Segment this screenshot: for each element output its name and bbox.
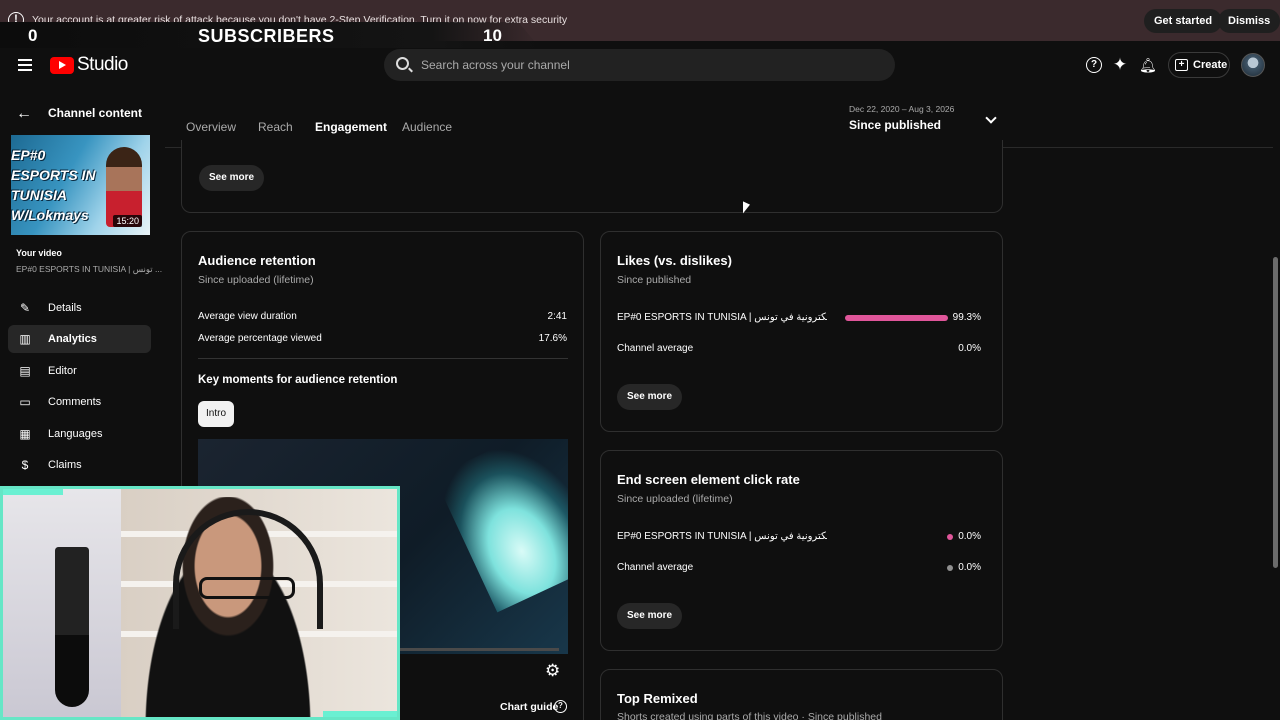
previous-card: See more	[181, 140, 1003, 213]
help-icon[interactable]: ?	[1086, 57, 1102, 73]
card-subtitle: Shorts created using parts of this video…	[617, 711, 882, 720]
end-screen-channel-average-label: Channel average	[617, 562, 694, 573]
likes-channel-average-label: Channel average	[617, 343, 694, 354]
sidebar-item-label: Details	[48, 302, 82, 314]
analytics-icon: ▥	[19, 332, 31, 346]
back-arrow-icon[interactable]: ←	[16, 105, 32, 123]
intro-chip[interactable]: Intro	[198, 401, 235, 427]
studio-logo[interactable]: Studio	[50, 54, 128, 76]
channel-content-title: Channel content	[48, 106, 143, 120]
claims-icon: $	[21, 458, 29, 472]
search-icon	[396, 57, 409, 70]
card-title: Likes (vs. dislikes)	[617, 253, 732, 268]
end-screen-video-value: 0.0%	[958, 531, 981, 542]
studio-brand-text: Studio	[77, 54, 128, 75]
likes-channel-average-value: 0.0%	[958, 343, 981, 354]
editor-icon: ▤	[19, 364, 31, 378]
sidebar-item-label: Editor	[48, 365, 77, 377]
page-scrollbar[interactable]	[1273, 257, 1278, 568]
your-video-label: Your video	[16, 248, 62, 258]
chevron-down-icon[interactable]	[985, 112, 997, 124]
legend-dot	[947, 565, 953, 571]
notifications-bell-icon[interactable]: 🔔︎	[1139, 57, 1157, 73]
top-app-bar: Studio ? ✦ 🔔︎ + Create	[0, 41, 1280, 89]
sidebar-item-claims[interactable]: $ Claims	[8, 451, 151, 479]
mouse-cursor-icon	[743, 201, 750, 217]
card-title: Audience retention	[198, 253, 316, 268]
video-thumbnail[interactable]: EP#0 ESPORTS IN TUNISIA W/Lokmays 15:20	[11, 135, 150, 235]
end-screen-click-rate-card: End screen element click rate Since uplo…	[600, 450, 1003, 651]
sidebar-item-details[interactable]: ✎ Details	[8, 294, 151, 322]
video-title: EP#0 ESPORTS IN TUNISIA | تونس ...	[16, 264, 163, 274]
avg-percentage-viewed-label: Average percentage viewed	[198, 333, 322, 344]
likes-card: Likes (vs. dislikes) Since published EP#…	[600, 231, 1003, 432]
search-input[interactable]	[421, 49, 861, 81]
search-bar[interactable]	[384, 49, 895, 81]
streamer-webcam-overlay	[0, 486, 400, 720]
languages-icon: ▦	[19, 427, 31, 441]
sidebar-item-label: Languages	[48, 428, 103, 440]
tab-overview[interactable]: Overview	[186, 120, 236, 134]
thumbnail-text: EP#0 ESPORTS IN TUNISIA W/Lokmays	[11, 147, 96, 223]
settings-gear-icon[interactable]: ⚙	[545, 661, 560, 681]
see-more-button[interactable]: See more	[617, 603, 683, 629]
key-moments-title: Key moments for audience retention	[198, 374, 398, 386]
sidebar-item-languages[interactable]: ▦ Languages	[8, 420, 151, 448]
end-screen-video-label: EP#0 ESPORTS IN TUNISIA | رياضة الالكترو…	[617, 531, 827, 542]
account-avatar[interactable]	[1241, 53, 1265, 77]
card-subtitle: Since published	[617, 274, 692, 286]
legend-dot	[947, 534, 953, 540]
video-progress-bar[interactable]	[400, 648, 559, 651]
sidebar-item-label: Comments	[48, 396, 102, 408]
sparkle-icon[interactable]: ✦	[1112, 56, 1128, 73]
end-screen-channel-average-value: 0.0%	[958, 562, 981, 573]
see-more-button[interactable]: See more	[199, 165, 265, 191]
sidebar-item-comments[interactable]: ▭ Comments	[8, 388, 151, 416]
menu-icon[interactable]	[18, 59, 32, 74]
youtube-logo-icon	[50, 56, 74, 74]
sidebar-item-editor[interactable]: ▤ Editor	[8, 357, 151, 385]
create-label: Create	[1193, 59, 1228, 71]
dismiss-button[interactable]: Dismiss	[1218, 9, 1280, 33]
see-more-button[interactable]: See more	[617, 384, 683, 410]
webcam-guitar	[55, 547, 89, 707]
create-plus-icon: +	[1175, 59, 1188, 71]
help-circle-icon[interactable]: ?	[554, 700, 567, 713]
card-title: Top Remixed	[617, 691, 698, 706]
sidebar-item-label: Claims	[48, 459, 82, 471]
date-range-label: Since published	[849, 118, 942, 132]
tab-engagement[interactable]: Engagement	[315, 120, 387, 134]
date-range-picker[interactable]: Dec 22, 2020 – Aug 3, 2026 Since publish…	[849, 104, 954, 132]
overlay-frame-accent	[323, 711, 397, 717]
avg-view-duration-value: 2:41	[547, 311, 567, 322]
card-title: End screen element click rate	[617, 472, 800, 487]
comments-icon: ▭	[19, 395, 31, 409]
divider	[198, 358, 568, 359]
card-subtitle: Since uploaded (lifetime)	[617, 493, 733, 505]
overlay-frame-accent	[3, 489, 63, 495]
avg-view-duration-label: Average view duration	[198, 311, 297, 322]
sidebar-item-analytics[interactable]: ▥ Analytics	[8, 325, 151, 353]
likes-video-label: EP#0 ESPORTS IN TUNISIA | رياضة الالكترو…	[617, 312, 827, 323]
video-duration-badge: 15:20	[113, 215, 142, 227]
tab-audience[interactable]: Audience	[402, 120, 452, 134]
chart-guide-link[interactable]: Chart guide	[500, 701, 558, 713]
tab-reach[interactable]: Reach	[258, 120, 293, 134]
card-subtitle: Since uploaded (lifetime)	[198, 274, 314, 286]
likes-ratio-bar	[845, 315, 948, 321]
video-frame-image	[433, 439, 568, 613]
top-remixed-card: Top Remixed Shorts created using parts o…	[600, 669, 1003, 720]
likes-video-value: 99.3%	[952, 312, 981, 323]
sidebar-item-label: Analytics	[48, 333, 97, 345]
avg-percentage-viewed-value: 17.6%	[538, 333, 567, 344]
pencil-icon: ✎	[19, 301, 31, 315]
create-button[interactable]: + Create	[1168, 52, 1230, 78]
date-range-text: Dec 22, 2020 – Aug 3, 2026	[849, 104, 955, 114]
webcam-glasses	[199, 577, 295, 599]
get-started-button[interactable]: Get started	[1144, 9, 1223, 33]
